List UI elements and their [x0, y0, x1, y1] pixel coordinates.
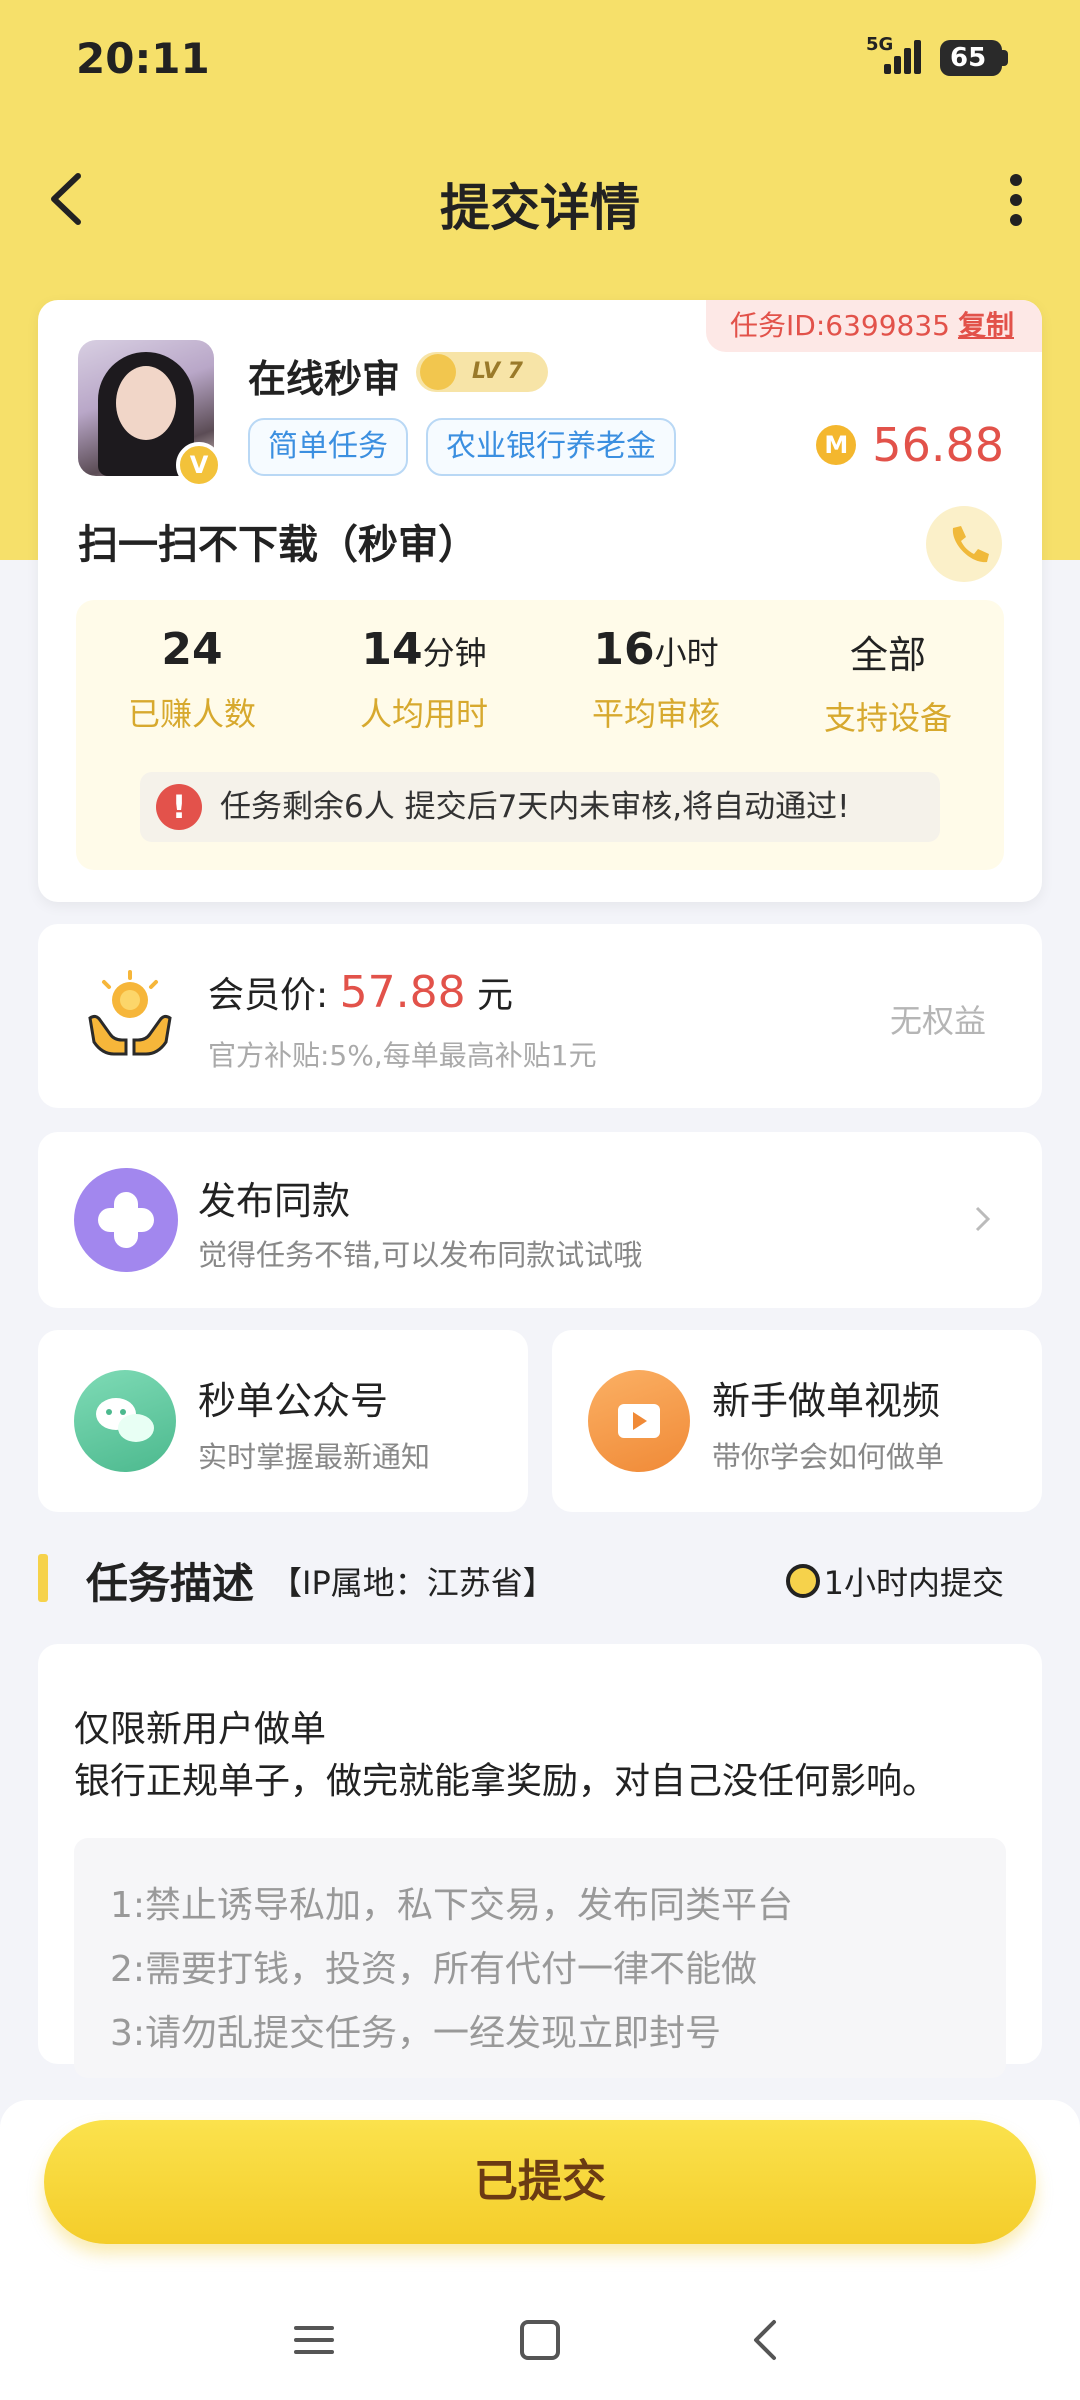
stat-review-time: 16小时 平均审核	[540, 624, 772, 735]
publisher-name: 在线秒审	[248, 357, 401, 401]
tag-simple-task: 简单任务	[248, 418, 408, 476]
official-account-subtitle: 实时掌握最新通知	[198, 1440, 431, 1474]
description-header: 任务描述 【IP属地：江苏省】 1小时内提交	[38, 1548, 1042, 1608]
system-nav-bar	[0, 2294, 1080, 2384]
tutorial-video-subtitle: 带你学会如何做单	[712, 1440, 945, 1474]
signal-icon	[884, 38, 926, 74]
publish-subtitle: 觉得任务不错,可以发布同款试试哦	[198, 1238, 643, 1272]
status-time: 20:11	[76, 34, 210, 83]
task-tags: 简单任务 农业银行养老金	[248, 418, 676, 476]
stat-avg-time: 14分钟 人均用时	[308, 624, 540, 735]
submit-deadline: 1小时内提交	[785, 1558, 1004, 1604]
battery-level: 65	[950, 43, 987, 73]
battery-tip	[1002, 50, 1008, 66]
battery-icon: 65	[940, 40, 1002, 76]
back-nav-icon[interactable]	[738, 2312, 794, 2368]
publish-same-card[interactable]: 发布同款 觉得任务不错,可以发布同款试试哦	[38, 1132, 1042, 1308]
crown-icon	[420, 354, 456, 390]
rule-item: 3:请勿乱提交任务，一经发现立即封号	[110, 2013, 722, 2054]
member-price-label: 会员价:	[208, 975, 329, 1016]
rule-item: 2:需要打钱，投资，所有代付一律不能做	[110, 1949, 758, 1990]
stat-review-time-value: 16	[593, 624, 655, 675]
stat-devices-label: 支持设备	[823, 699, 952, 737]
official-account-title: 秒单公众号	[198, 1379, 389, 1423]
rule-item: 1:禁止诱导私加，私下交易，发布同类平台	[110, 1885, 794, 1926]
level-label: LV 7	[472, 359, 523, 384]
home-icon[interactable]	[512, 2312, 568, 2368]
task-card: 任务ID:6399835 复制 V 在线秒审 LV 7 简单任务 农业银行养老金 …	[38, 300, 1042, 902]
wechat-icon	[74, 1370, 176, 1472]
avatar-face	[116, 366, 176, 440]
stat-earned-label: 已赚人数	[127, 695, 256, 733]
official-account-card[interactable]: 秒单公众号 实时掌握最新通知	[38, 1330, 528, 1512]
task-id-badge: 任务ID:6399835 复制	[706, 300, 1042, 352]
tutorial-video-title: 新手做单视频	[712, 1379, 941, 1423]
vip-badge-icon: V	[176, 442, 222, 488]
ip-location: 【IP属地：江苏省】	[270, 1564, 555, 1602]
video-icon	[588, 1370, 690, 1472]
member-price-card[interactable]: 会员价: 57.88 元 官方补贴:5%,每单最高补贴1元 无权益	[38, 924, 1042, 1108]
member-price-unit: 元	[477, 975, 514, 1016]
stat-earned-value: 24	[161, 624, 223, 675]
description-card: 仅限新用户做单 银行正规单子，做完就能拿奖励，对自己没任何影响。 1:禁止诱导私…	[38, 1644, 1042, 2078]
notice-text: 任务剩余6人 提交后7天内未审核,将自动通过!	[220, 789, 850, 825]
rule-warning: 注:发现以上违规行为立即联系客服举报有奖	[110, 2068, 806, 2078]
stat-devices: 全部 支持设备	[772, 624, 1004, 739]
reward-amount: 56.88	[872, 418, 1004, 472]
hands-coin-icon	[82, 968, 178, 1064]
level-badge: LV 7	[416, 352, 548, 392]
more-icon[interactable]	[1004, 174, 1028, 234]
stat-review-time-unit: 小时	[654, 634, 719, 672]
member-price: 会员价: 57.88 元	[208, 966, 513, 1018]
stat-earned: 24 已赚人数	[76, 624, 308, 735]
member-rights-status: 无权益	[889, 1002, 986, 1040]
stat-review-time-label: 平均审核	[591, 695, 720, 733]
task-notice: ! 任务剩余6人 提交后7天内未审核,将自动通过!	[140, 772, 940, 842]
description-heading: 任务描述	[86, 1559, 255, 1608]
stat-avg-time-unit: 分钟	[422, 634, 487, 672]
member-price-value: 57.88	[339, 967, 466, 1018]
clock-icon	[785, 1564, 820, 1598]
chevron-right-icon	[972, 1204, 994, 1234]
stat-avg-time-value: 14	[361, 624, 423, 675]
phone-icon[interactable]	[926, 506, 1002, 582]
warning-icon: !	[156, 784, 202, 830]
task-id: 任务ID:6399835	[730, 309, 950, 342]
copy-button[interactable]: 复制	[958, 309, 1014, 342]
plus-icon	[74, 1168, 178, 1272]
stat-avg-time-label: 人均用时	[359, 695, 488, 733]
description-line: 银行正规单子，做完就能拿奖励，对自己没任何影响。	[74, 1761, 939, 1802]
coin-icon: M	[816, 425, 857, 465]
status-bar: 20:11 5G 65	[0, 0, 1080, 120]
page-title: 提交详情	[440, 179, 640, 237]
bottom-bar: 已提交	[0, 2100, 1080, 2400]
rules-box: 1:禁止诱导私加，私下交易，发布同类平台 2:需要打钱，投资，所有代付一律不能做…	[74, 1838, 1006, 2078]
description-line: 仅限新用户做单	[74, 1709, 327, 1750]
tag-category: 农业银行养老金	[426, 418, 676, 476]
tutorial-video-card[interactable]: 新手做单视频 带你学会如何做单	[552, 1330, 1042, 1512]
section-marker	[38, 1554, 48, 1602]
task-title: 扫一扫不下载（秒审）	[78, 522, 478, 568]
publish-title: 发布同款	[198, 1179, 351, 1223]
top-navbar: 提交详情	[0, 140, 1080, 260]
stat-devices-value: 全部	[849, 633, 926, 677]
submitted-button[interactable]: 已提交	[44, 2120, 1036, 2244]
task-reward: M 56.88	[816, 418, 1004, 472]
menu-icon[interactable]	[286, 2312, 342, 2368]
task-stats: 24 已赚人数 14分钟 人均用时 16小时 平均审核 全部 支持设备 ! 任务…	[76, 600, 1004, 870]
member-subsidy-text: 官方补贴:5%,每单最高补贴1元	[208, 1039, 597, 1072]
submit-deadline-text: 1小时内提交	[823, 1564, 1004, 1602]
